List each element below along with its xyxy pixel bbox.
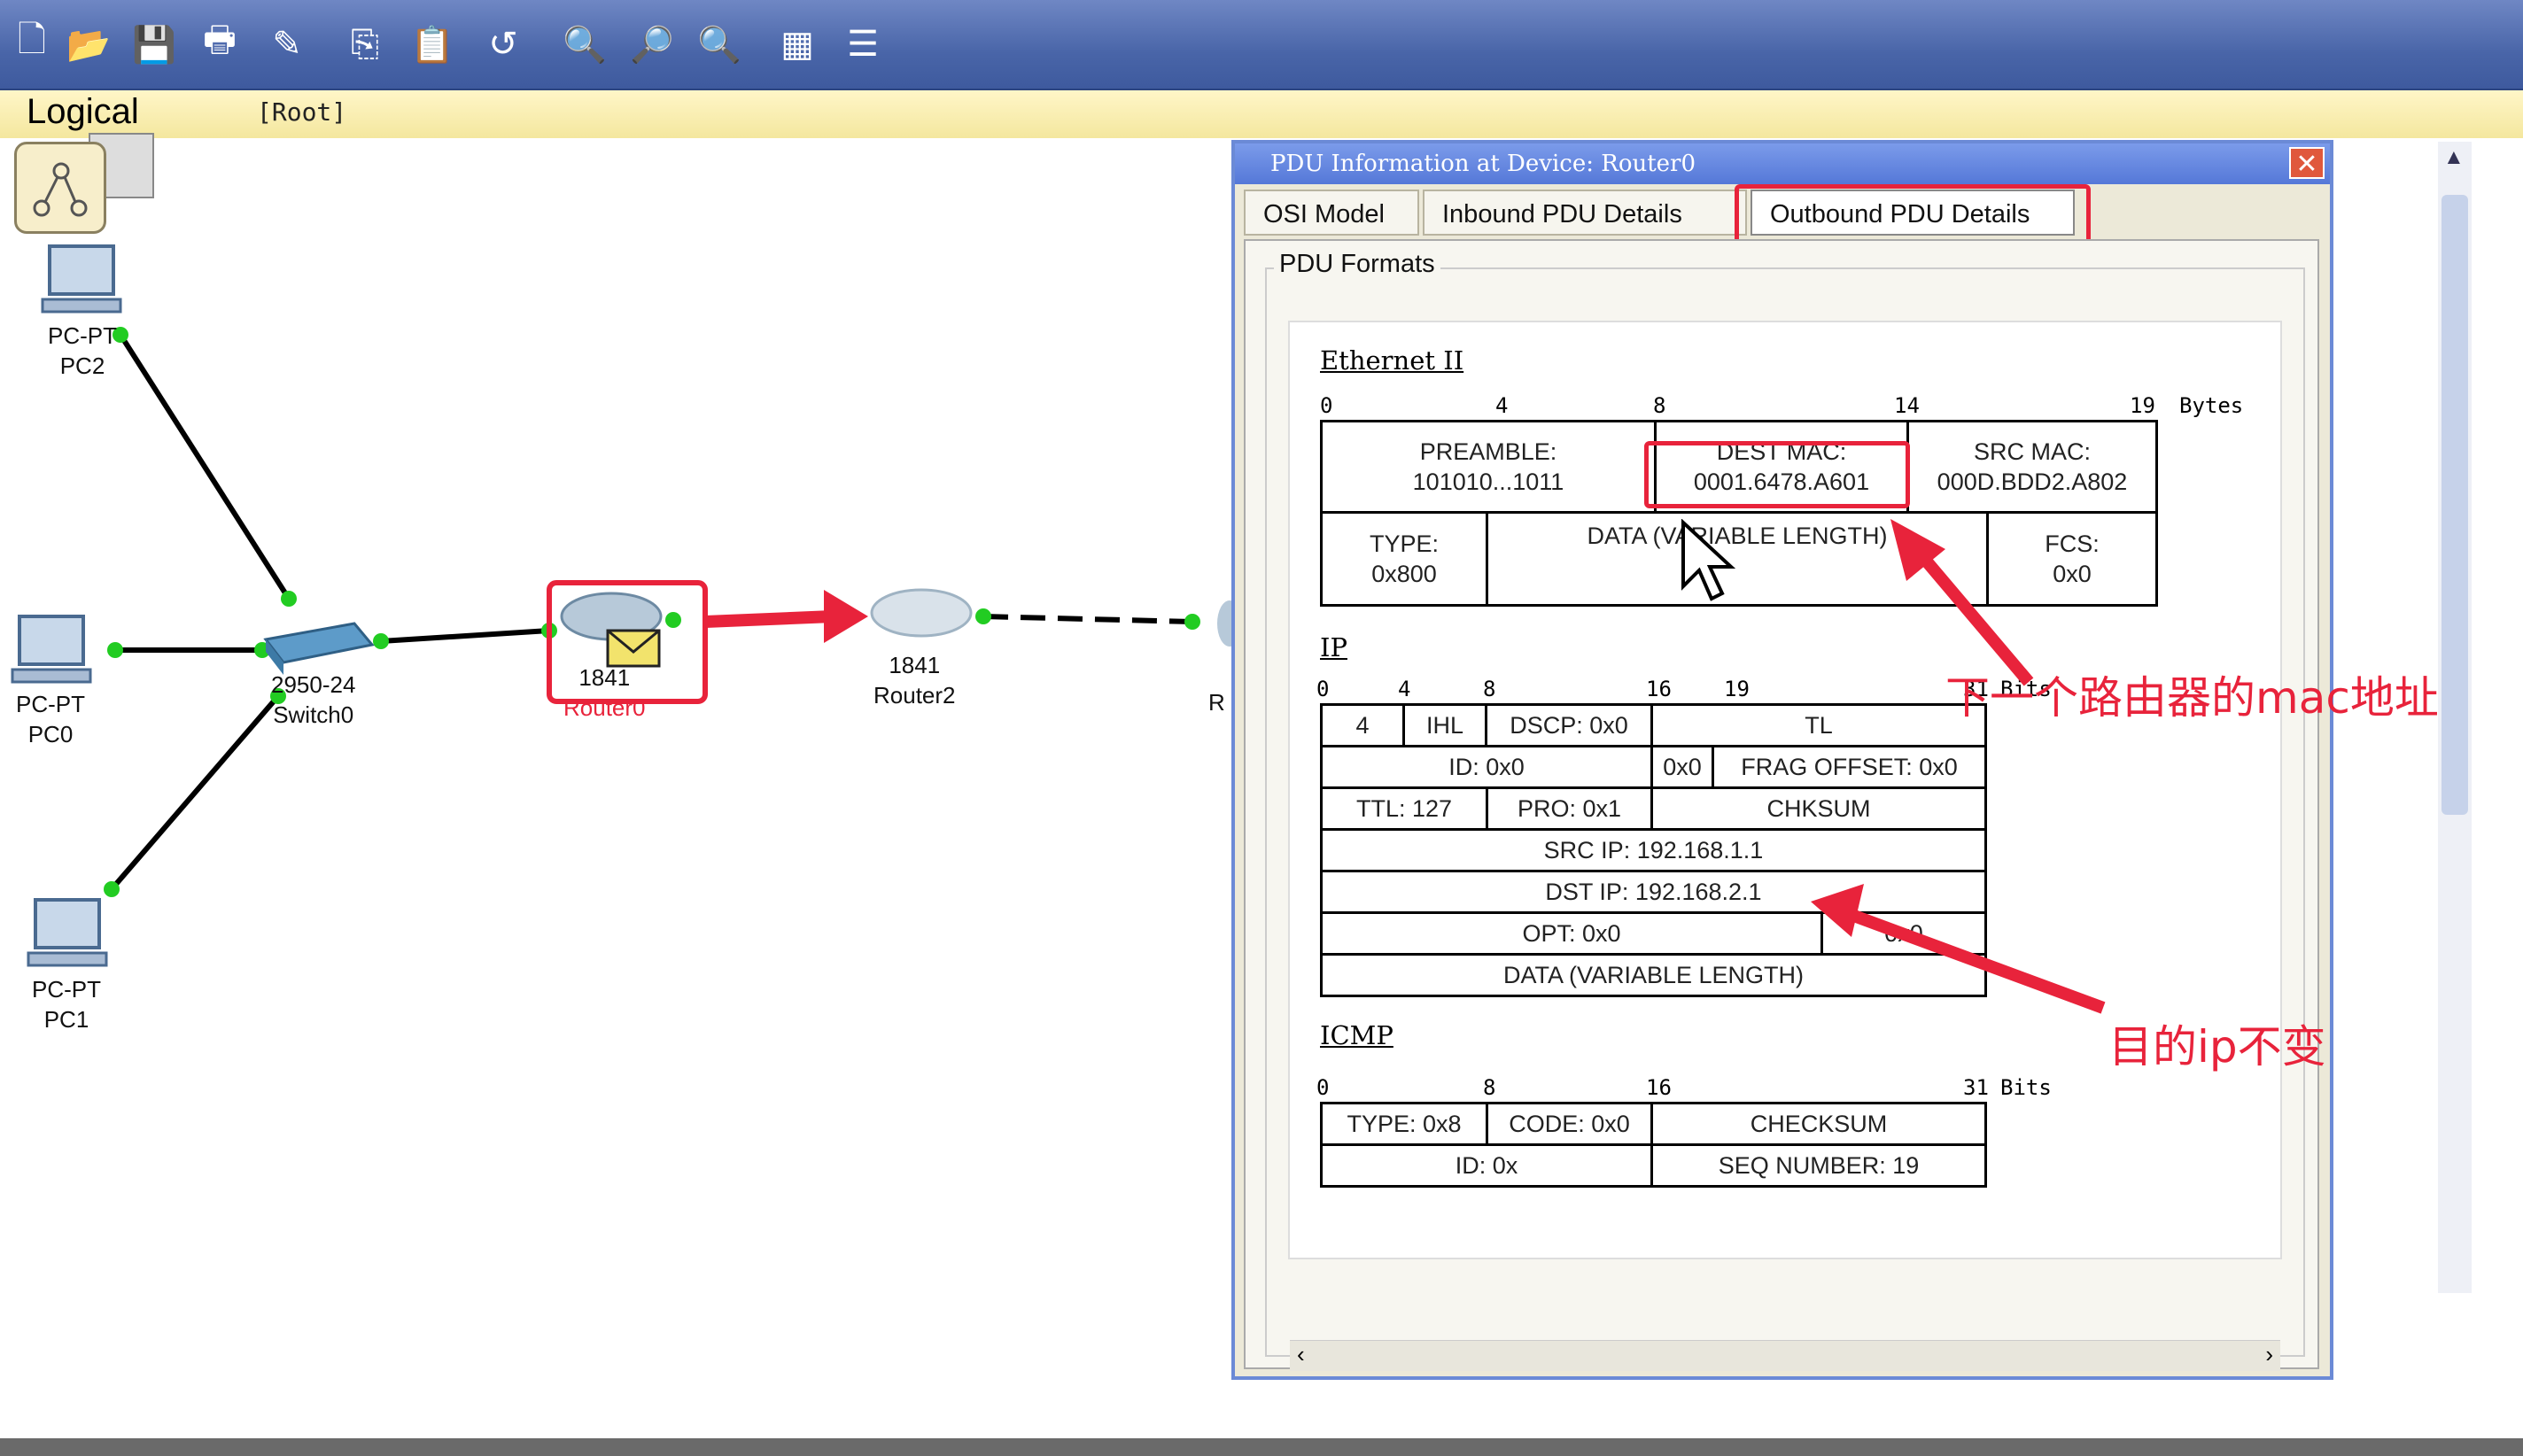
status-bar bbox=[0, 1438, 2523, 1456]
annotation-arrows bbox=[1811, 519, 2106, 1014]
mac-annotation: 下一个路由器的mac地址 bbox=[1945, 672, 2439, 724]
ip-annotation: 目的ip不变 bbox=[2108, 1021, 2326, 1073]
